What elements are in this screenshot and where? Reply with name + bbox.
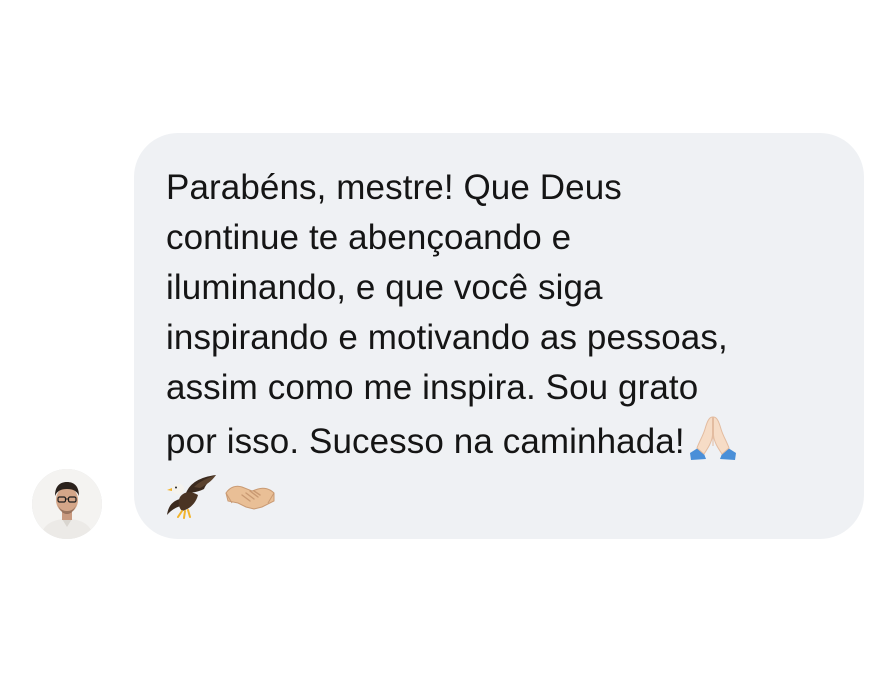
message-line: inspirando e motivando as pessoas, [166,318,728,357]
message-text: Parabéns, mestre! Que Deus continue te a… [166,163,840,467]
message-line: por isso. Sucesso na caminhada! [166,422,685,461]
avatar[interactable] [32,469,102,539]
message-line: assim como me inspira. Sou grato [166,368,699,407]
folded-hands-icon [687,413,739,461]
emoji-row [166,467,840,523]
message-line: iluminando, e que você siga [166,268,603,307]
message-bubble[interactable]: Parabéns, mestre! Que Deus continue te a… [134,133,864,539]
message-line: continue te abençoando e [166,218,572,257]
profile-photo-icon [32,469,102,539]
received-message-row: Parabéns, mestre! Que Deus continue te a… [0,0,889,684]
message-line: Parabéns, mestre! Que Deus [166,168,622,207]
eagle-icon [166,471,218,519]
handshake-icon [224,471,276,519]
